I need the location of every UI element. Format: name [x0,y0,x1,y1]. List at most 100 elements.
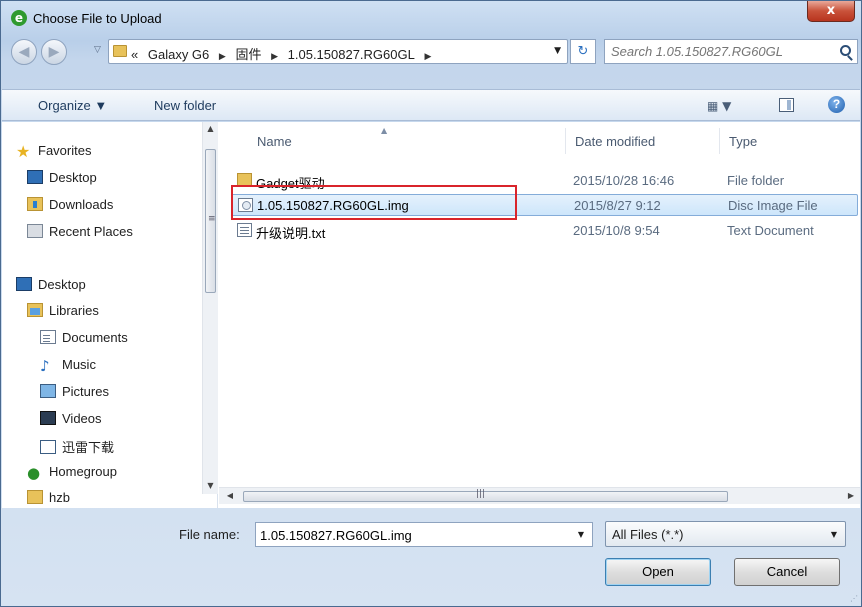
user-folder-icon [27,490,43,504]
nav-libraries[interactable]: Libraries [27,303,99,325]
view-options-icon[interactable]: ▦ ▼ [707,99,731,113]
sort-ascending-icon: ▲ [381,126,388,135]
nav-pictures[interactable]: Pictures [40,384,109,406]
nav-label: Videos [62,411,102,426]
grip-icon: ||| [476,489,486,499]
file-row-txt[interactable]: 升级说明.txt 2015/10/8 9:54 Text Document [231,220,858,242]
browser-icon: e [11,10,27,26]
nav-desktop[interactable]: Desktop [27,170,97,192]
breadcrumb-galaxy-g6[interactable]: Galaxy G6 [148,47,209,62]
search-icon[interactable] [840,45,851,56]
column-header-date[interactable]: Date modified [575,134,655,149]
breadcrumb-version-folder[interactable]: 1.05.150827.RG60GL [288,47,415,62]
file-type-filter-select[interactable]: All Files (*.*) ▼ [605,521,846,547]
dialog-title: Choose File to Upload [33,11,162,26]
nav-vertical-scrollbar[interactable]: ▲ ≡ ▼ [202,122,218,494]
breadcrumb-separator-icon[interactable]: ▶ [219,52,226,62]
homegroup-icon: ● [27,464,41,482]
file-horizontal-scrollbar[interactable]: ◀ ||| ▶ [219,487,860,504]
desktop-icon [27,170,43,184]
search-input[interactable] [611,43,821,60]
library-icon [40,440,56,454]
star-icon: ★ [16,142,31,161]
refresh-button[interactable]: ↻ [570,39,596,64]
nav-label: Documents [62,330,128,345]
nav-label: Favorites [38,143,92,158]
grip-icon: ≡ [208,214,216,224]
nav-label: Desktop [49,170,97,185]
nav-label: Desktop [38,277,86,292]
nav-videos[interactable]: Videos [40,411,102,433]
file-type: Text Document [727,223,814,238]
scroll-left-icon[interactable]: ◀ [223,488,237,504]
nav-label: Recent Places [49,224,133,239]
column-divider[interactable] [719,128,720,154]
command-bar: Organize ▼ New folder ▦ ▼ ? [2,89,860,121]
column-divider[interactable] [565,128,566,154]
resize-grip-icon[interactable]: ⋰ [850,594,858,603]
breadcrumb-overflow[interactable]: « [131,47,138,62]
file-date: 2015/10/8 9:54 [573,223,660,238]
new-folder-button[interactable]: New folder [154,98,216,113]
file-date: 2015/10/28 16:46 [573,173,675,188]
forward-button[interactable]: ▶ [41,39,67,65]
open-button[interactable]: Open [605,558,711,586]
breadcrumb: « Galaxy G6 ▶ 固件 ▶ 1.05.150827.RG60GL ▶ [131,44,437,63]
nav-xunlei-downloads[interactable]: 迅雷下载 [40,437,114,459]
file-name-input[interactable] [260,526,560,544]
breadcrumb-separator-icon[interactable]: ▶ [271,52,278,62]
recent-pages-dropdown[interactable]: ▽ [94,45,101,55]
file-name-label: File name: [179,527,240,542]
organize-button[interactable]: Organize ▼ [38,98,107,113]
scroll-up-icon[interactable]: ▲ [203,122,218,136]
nav-label: Pictures [62,384,109,399]
main-area: ★ Favorites Desktop Downloads Recent Plac… [2,122,860,508]
nav-homegroup[interactable]: ● Homegroup [27,464,117,486]
scroll-thumb[interactable]: ||| [243,489,728,502]
nav-label: Music [62,357,96,372]
file-name-combobox[interactable]: ▼ [255,522,593,547]
back-button[interactable]: ◀ [11,39,37,65]
chevron-down-icon: ▼ [830,530,837,539]
file-type: File folder [727,173,785,188]
column-header-type[interactable]: Type [729,134,757,149]
folder-icon [113,45,127,57]
documents-icon [40,330,56,344]
title-bar[interactable]: e Choose File to Upload x [1,1,861,37]
text-file-icon [237,223,252,237]
nav-label: 迅雷下载 [62,440,115,455]
scroll-thumb[interactable]: ≡ [205,149,216,293]
breadcrumb-firmware[interactable]: 固件 [235,47,261,62]
file-upload-dialog: e Choose File to Upload x ◀ ▶ ▽ « Galaxy… [0,0,862,607]
scroll-down-icon[interactable]: ▼ [203,479,218,493]
column-label: Name [257,134,292,149]
nav-user-hzb[interactable]: hzb [27,490,70,512]
scroll-right-icon[interactable]: ▶ [844,488,858,504]
annotation-highlight-box [231,185,517,220]
downloads-icon [27,197,43,211]
file-name: 升级说明.txt [256,226,326,241]
preview-pane-icon[interactable] [779,98,794,112]
breadcrumb-separator-icon[interactable]: ▶ [424,52,431,62]
nav-desktop-root[interactable]: Desktop [16,277,86,299]
file-list: Name ▲ Date modified Type Gadget驱动 2015/… [219,122,860,494]
nav-music[interactable]: ♪ Music [40,357,96,379]
nav-label: Libraries [49,303,99,318]
nav-favorites[interactable]: ★ Favorites [16,143,91,165]
recent-places-icon [27,224,43,238]
nav-recent-places[interactable]: Recent Places [27,224,133,246]
nav-downloads[interactable]: Downloads [27,197,113,219]
nav-documents[interactable]: Documents [40,330,128,352]
libraries-icon [27,303,43,317]
close-button[interactable]: x [807,1,855,22]
help-icon[interactable]: ? [828,96,845,113]
nav-label: hzb [49,490,70,505]
search-box[interactable] [604,39,858,64]
desktop-icon [16,277,32,291]
cancel-button[interactable]: Cancel [734,558,840,586]
address-dropdown-icon[interactable]: ▼ [554,46,561,56]
address-bar[interactable]: « Galaxy G6 ▶ 固件 ▶ 1.05.150827.RG60GL ▶ … [108,39,568,64]
column-header-name[interactable]: Name [257,134,292,149]
videos-icon [40,411,56,425]
chevron-down-icon[interactable]: ▼ [578,530,584,539]
